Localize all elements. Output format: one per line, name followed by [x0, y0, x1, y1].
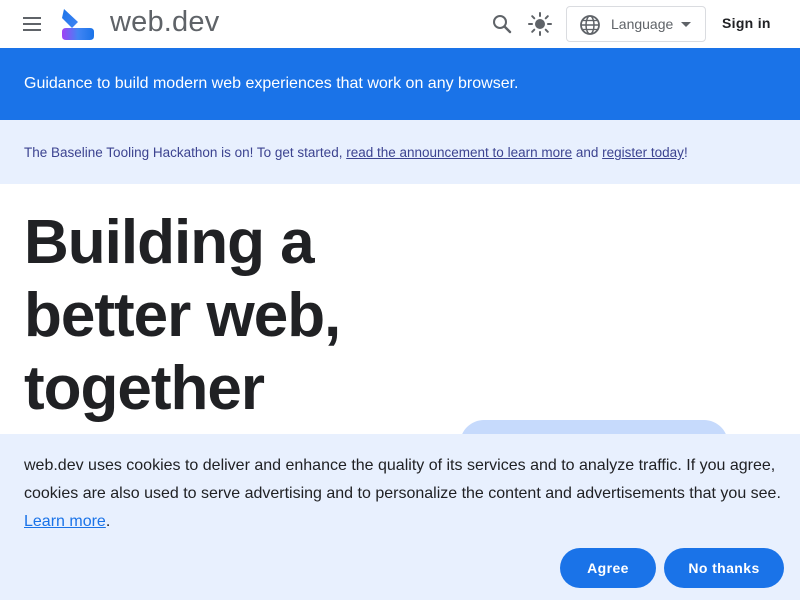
cookie-period: .	[105, 513, 111, 530]
language-select[interactable]: Language	[566, 6, 706, 42]
no-thanks-button[interactable]: No thanks	[664, 548, 784, 588]
announcement-suffix: !	[683, 145, 688, 160]
sun-theme-icon[interactable]	[526, 10, 554, 38]
site-name[interactable]: web.dev	[110, 6, 219, 39]
announcement-middle: and	[572, 145, 603, 160]
cookie-message: web.dev uses cookies to deliver and enha…	[24, 452, 784, 536]
register-link[interactable]: register today	[602, 145, 684, 160]
hero-banner: Guidance to build modern web experiences…	[0, 48, 800, 120]
language-label: Language	[611, 16, 674, 32]
announcement-text: The Baseline Tooling Hackathon is on! To…	[24, 145, 688, 160]
page-headline: Building a better web, together	[24, 206, 444, 425]
caret-down-icon	[681, 22, 691, 27]
agree-button[interactable]: Agree	[560, 548, 656, 588]
cookie-text: web.dev uses cookies to deliver and enha…	[24, 457, 781, 502]
hero-tagline: Guidance to build modern web experiences…	[24, 75, 519, 92]
cookie-consent-banner: web.dev uses cookies to deliver and enha…	[0, 434, 800, 600]
globe-icon	[580, 15, 600, 35]
learn-more-link[interactable]: Learn more	[24, 513, 106, 530]
announcement-link[interactable]: read the announcement to learn more	[346, 145, 572, 160]
sign-in-button[interactable]: Sign in	[722, 15, 771, 31]
search-icon[interactable]	[488, 10, 516, 38]
hamburger-menu-icon[interactable]	[20, 14, 44, 34]
announcement-prefix: The Baseline Tooling Hackathon is on! To…	[24, 145, 347, 160]
announcement-banner: The Baseline Tooling Hackathon is on! To…	[0, 120, 800, 184]
web-dev-logo[interactable]	[60, 6, 96, 42]
top-app-bar: web.dev Language Sign in	[0, 0, 800, 48]
headline-line-1: Building a	[24, 208, 315, 277]
headline-line-3: together	[24, 354, 265, 423]
headline-line-2: better web,	[24, 281, 341, 350]
